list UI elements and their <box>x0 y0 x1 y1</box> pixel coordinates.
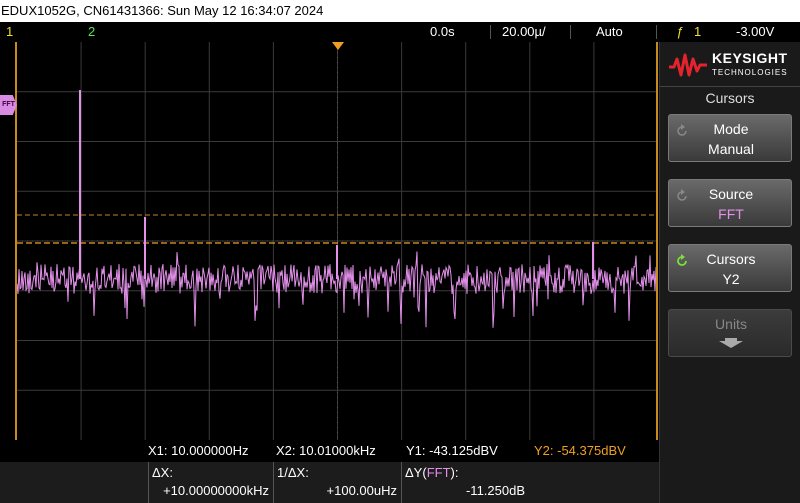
x2-readout: X2: 10.01000kHz <box>276 443 376 458</box>
inverse-delta-x-label: 1/ΔX: <box>277 465 309 480</box>
softkey-panel: KEYSIGHT TECHNOLOGIES Cursors Mode Manua… <box>659 42 800 503</box>
inverse-delta-x-value: +100.00uHz <box>326 483 397 498</box>
brand-name: KEYSIGHT <box>712 50 788 66</box>
status-bar: 1 2 0.0s 20.00µ/ Auto ƒ 1 -3.00V <box>0 22 800 42</box>
mode-value: Manual <box>708 141 754 157</box>
delta-y-label: ΔY(FFT): <box>405 465 459 480</box>
delta-x-value: +10.00000000kHz <box>163 483 269 498</box>
menu-title: Cursors <box>705 90 755 106</box>
trigger-mode: Auto <box>596 24 623 39</box>
delta-x-cell: ΔX: +10.00000000kHz <box>148 462 273 503</box>
trigger-level: -3.00V <box>736 24 775 39</box>
waveform-display[interactable] <box>17 42 658 440</box>
cursors-label: Cursors <box>706 251 756 267</box>
y1-readout: Y1: -43.125dBV <box>406 443 498 458</box>
trigger-position-marker[interactable] <box>332 42 344 50</box>
source-softkey[interactable]: Source FFT <box>668 179 792 227</box>
channel-2-indicator[interactable]: 2 <box>88 22 95 42</box>
right-border <box>656 42 658 440</box>
inverse-delta-x-cell: 1/ΔX: +100.00uHz <box>273 462 401 503</box>
delta-y-value: -11.250dB <box>465 483 525 498</box>
title-text: EDUX1052G, CN61431366: Sun May 12 16:34:… <box>1 3 324 18</box>
cursor-readout-row: X1: 10.000000Hz X2: 10.01000kHz Y1: -43.… <box>0 440 659 462</box>
cursors-value: Y2 <box>722 271 740 287</box>
trigger-edge-icon: ƒ <box>676 24 684 39</box>
delta-x-label: ΔX: <box>152 465 173 480</box>
delta-readout-row: ΔX: +10.00000000kHz 1/ΔX: +100.00uHz ΔY(… <box>0 462 659 503</box>
x1-readout: X1: 10.000000Hz <box>148 443 249 458</box>
brand-sub: TECHNOLOGIES <box>712 68 788 77</box>
timebase: 20.00µ/ <box>502 24 546 39</box>
chevron-down-icon <box>719 338 743 348</box>
source-label: Source <box>708 186 754 202</box>
mode-label: Mode <box>713 121 749 137</box>
units-label: Units <box>715 316 747 332</box>
trigger-channel: 1 <box>694 24 702 39</box>
mode-softkey[interactable]: Mode Manual <box>668 114 792 162</box>
units-softkey[interactable]: Units <box>668 309 792 357</box>
keysight-wave-icon <box>669 53 707 77</box>
time-offset: 0.0s <box>430 24 455 39</box>
y2-readout: Y2: -54.375dBV <box>534 443 626 458</box>
source-value: FFT <box>718 206 744 222</box>
title-bar: EDUX1052G, CN61431366: Sun May 12 16:34:… <box>0 0 800 22</box>
keysight-logo: KEYSIGHT TECHNOLOGIES <box>668 50 794 82</box>
cursors-softkey[interactable]: Cursors Y2 <box>668 244 792 292</box>
fft-plot <box>17 42 658 440</box>
channel-1-indicator[interactable]: 1 <box>6 22 13 42</box>
delta-y-cell: ΔY(FFT): -11.250dB <box>401 462 529 503</box>
